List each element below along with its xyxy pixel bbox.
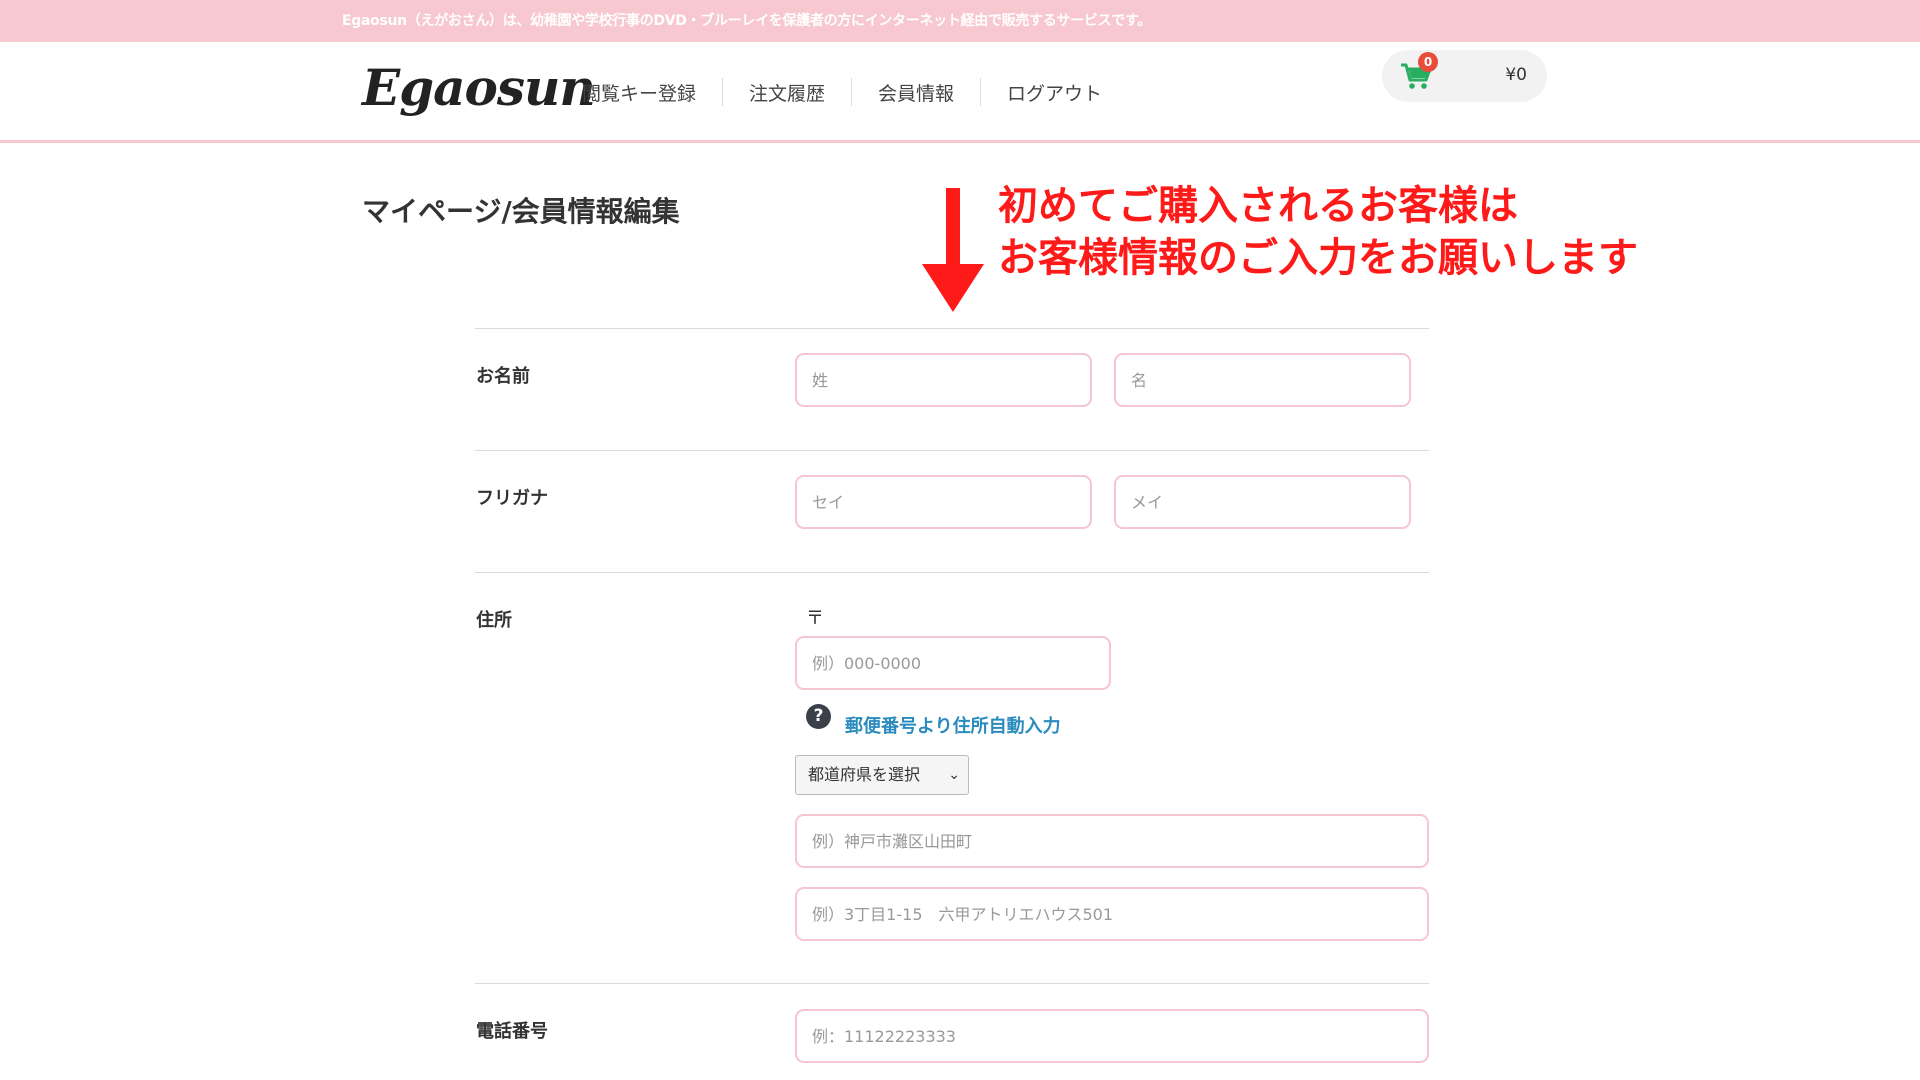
last-name-kana-input[interactable] [795, 475, 1092, 529]
postal-code-input[interactable] [795, 636, 1111, 690]
address-label: 住所 [476, 610, 512, 631]
prefecture-select[interactable]: 都道府県を選択 ⌄ [795, 755, 969, 795]
postal-mark: 〒 [806, 608, 824, 629]
city-input[interactable] [795, 814, 1429, 868]
main-nav: 閲覧キー登録 注文履歴 会員情報 ログアウト [582, 78, 1128, 106]
notice-line-2: お客様情報のご入力をお願いします [998, 235, 1638, 281]
first-purchase-notice: 初めてご購入されるお客様は お客様情報のご入力をお願いします [998, 180, 1638, 284]
form-divider [475, 450, 1429, 451]
nav-viewing-key-register[interactable]: 閲覧キー登録 [582, 79, 722, 106]
phone-input[interactable] [795, 1009, 1429, 1063]
last-name-input[interactable] [795, 353, 1092, 407]
nav-member-info[interactable]: 会員情報 [852, 79, 980, 106]
chevron-down-icon: ⌄ [948, 767, 960, 783]
help-icon[interactable]: ? [806, 704, 831, 729]
notice-line-1: 初めてご購入されるお客様は [998, 183, 1518, 229]
first-name-input[interactable] [1114, 353, 1411, 407]
site-logo[interactable]: Egaosun [362, 58, 596, 117]
kana-label: フリガナ [476, 488, 548, 509]
prefecture-select-value: 都道府県を選択 [808, 765, 921, 784]
first-name-kana-input[interactable] [1114, 475, 1411, 529]
nav-logout[interactable]: ログアウト [981, 79, 1128, 106]
cart-button[interactable]: 0 ¥0 [1382, 50, 1547, 102]
phone-label: 電話番号 [476, 1021, 548, 1042]
form-divider [475, 572, 1429, 573]
name-label: お名前 [476, 366, 530, 387]
form-divider [475, 983, 1429, 984]
cart-total: ¥0 [1505, 65, 1527, 85]
postal-autofill-link[interactable]: 郵便番号より住所自動入力 [845, 712, 1061, 738]
form-divider [475, 328, 1429, 329]
nav-order-history[interactable]: 注文履歴 [723, 79, 851, 106]
down-arrow-icon [922, 188, 984, 312]
cart-count-badge: 0 [1418, 52, 1438, 72]
street-input[interactable] [795, 887, 1429, 941]
announcement-text: Egaosun（えがおさん）は、幼稚園や学校行事のDVD・ブルーレイを保護者の方… [342, 13, 1151, 29]
announcement-bar: Egaosun（えがおさん）は、幼稚園や学校行事のDVD・ブルーレイを保護者の方… [0, 0, 1920, 42]
site-header: Egaosun 閲覧キー登録 注文履歴 会員情報 ログアウト 0 ¥0 [0, 42, 1920, 143]
page-title: マイページ/会員情報編集 [362, 195, 680, 228]
